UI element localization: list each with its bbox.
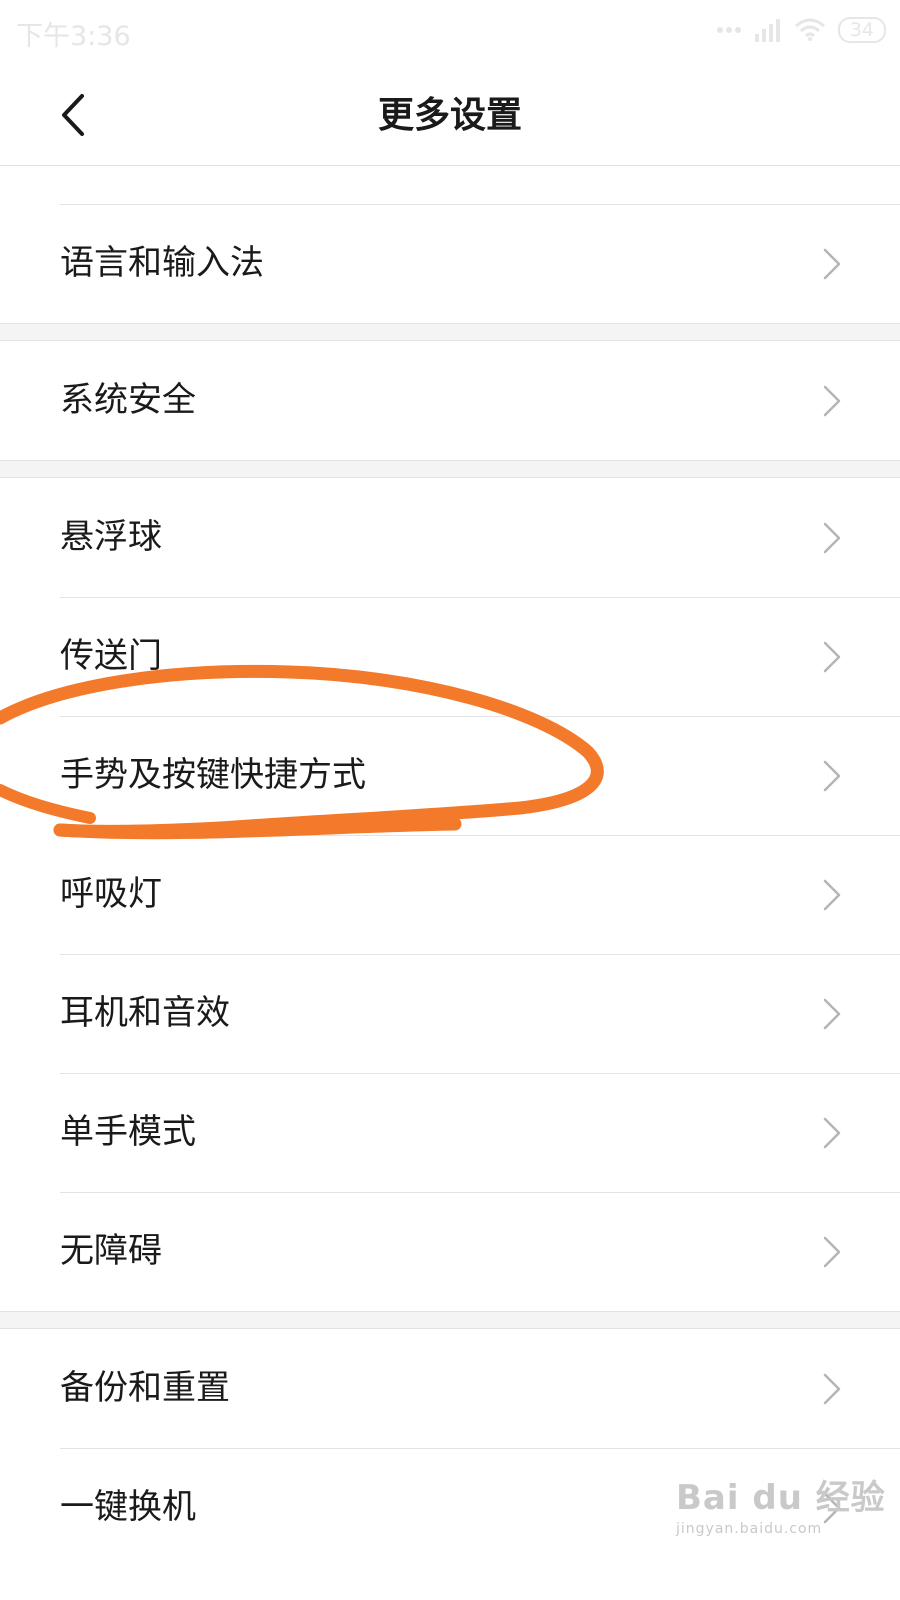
settings-item-portal[interactable]: 传送门 (0, 597, 900, 716)
settings-item-breathing-light[interactable]: 呼吸灯 (0, 835, 900, 954)
chevron-right-icon (823, 248, 841, 280)
divider (60, 835, 900, 836)
group-divider (0, 1311, 900, 1329)
chevron-right-icon (823, 1373, 841, 1405)
divider (60, 597, 900, 598)
settings-item-floating-ball[interactable]: 悬浮球 (0, 478, 900, 597)
settings-item-system-security[interactable]: 系统安全 (0, 341, 900, 460)
header: 更多设置 (0, 62, 900, 166)
chevron-right-icon (823, 760, 841, 792)
watermark-main: Bai du 经验 (676, 1478, 886, 1518)
settings-item-label: 单手模式 (60, 1112, 196, 1152)
settings-item-label: 传送门 (60, 636, 162, 676)
group-divider (0, 460, 900, 478)
chevron-right-icon (823, 522, 841, 554)
chevron-right-icon (823, 1236, 841, 1268)
settings-group-language: 语言和输入法 (0, 166, 900, 323)
signal-dots-icon (716, 27, 741, 33)
battery-icon: 34 (837, 17, 886, 43)
chevron-right-icon (823, 1117, 841, 1149)
settings-list: 语言和输入法 系统安全 悬浮球 传送门 手势及按键快捷方式 呼吸灯 耳机和音效 … (0, 166, 900, 1567)
settings-group-security: 系统安全 (0, 341, 900, 460)
settings-item-label: 悬浮球 (60, 517, 162, 557)
settings-item-accessibility[interactable]: 无障碍 (0, 1192, 900, 1311)
settings-item-backup-reset[interactable]: 备份和重置 (0, 1329, 900, 1448)
page-title: 更多设置 (377, 95, 522, 136)
settings-item-label: 一键换机 (60, 1487, 196, 1527)
settings-item-headphones-audio[interactable]: 耳机和音效 (0, 954, 900, 1073)
settings-item-label: 呼吸灯 (60, 874, 162, 914)
settings-item-language-input[interactable]: 语言和输入法 (0, 204, 900, 323)
settings-item-label: 系统安全 (60, 380, 196, 420)
status-time: 下午3:36 (16, 21, 131, 52)
chevron-right-icon (823, 998, 841, 1030)
settings-item-label: 语言和输入法 (60, 243, 264, 283)
watermark-sub: jingyan.baidu.com (676, 1521, 823, 1537)
settings-item-label: 无障碍 (60, 1231, 162, 1271)
group-divider (0, 323, 900, 341)
cellular-signal-icon (754, 19, 780, 42)
divider (60, 1192, 900, 1193)
status-bar: 下午3:36 34 (0, 0, 900, 62)
wifi-icon (794, 18, 825, 41)
chevron-right-icon (823, 385, 841, 417)
watermark: Bai du 经验 jingyan.baidu.com (676, 1470, 886, 1537)
settings-item-label: 备份和重置 (60, 1368, 230, 1408)
settings-item-label: 手势及按键快捷方式 (60, 755, 366, 795)
settings-item-one-handed-mode[interactable]: 单手模式 (0, 1073, 900, 1192)
settings-item-label: 耳机和音效 (60, 993, 230, 1033)
chevron-right-icon (823, 879, 841, 911)
settings-item-gesture-shortcuts[interactable]: 手势及按键快捷方式 (0, 716, 900, 835)
top-spacer (0, 166, 900, 204)
settings-group-features: 悬浮球 传送门 手势及按键快捷方式 呼吸灯 耳机和音效 单手模式 无障碍 (0, 478, 900, 1311)
status-icons: 34 (716, 16, 886, 44)
chevron-right-icon (823, 641, 841, 673)
